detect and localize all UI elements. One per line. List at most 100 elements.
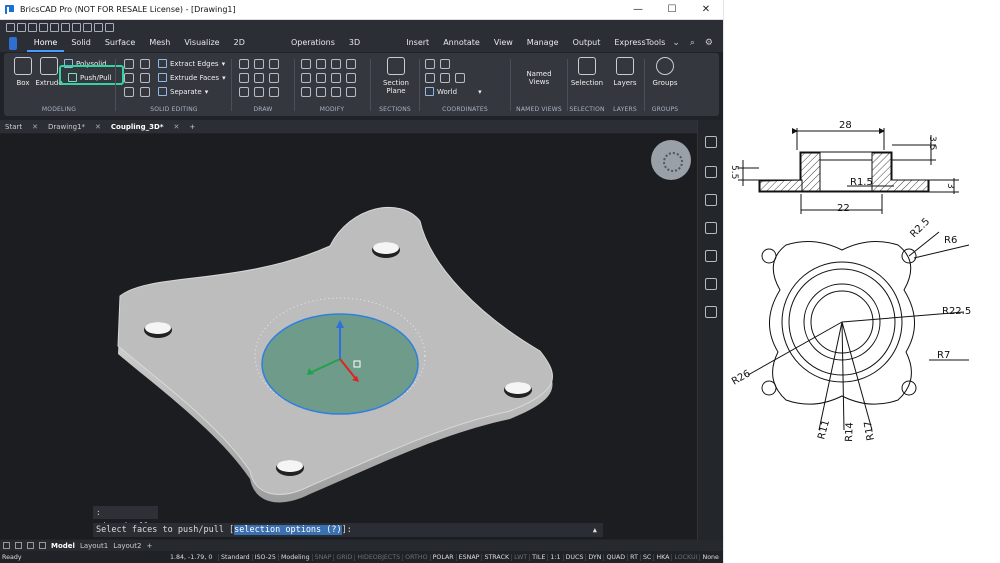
align-icon[interactable] (346, 87, 356, 97)
copy-icon[interactable] (94, 22, 103, 32)
cut-icon[interactable] (83, 22, 92, 32)
circle-icon[interactable] (269, 73, 279, 83)
previous-layout-icon[interactable] (15, 542, 22, 549)
hatch-icon[interactable] (254, 59, 264, 69)
spline-icon[interactable] (269, 87, 279, 97)
groups-button[interactable]: Groups (647, 57, 683, 87)
layout-tab-layout1[interactable]: Layout1 (80, 542, 108, 550)
polyline-icon[interactable] (239, 59, 249, 69)
close-icon[interactable]: ✕ (32, 123, 38, 131)
add-layout-plus-icon[interactable]: + (146, 542, 152, 550)
ucs-z-icon[interactable] (455, 73, 465, 83)
tab-annotate[interactable]: Annotate (436, 34, 487, 52)
application-menu-button[interactable] (9, 36, 17, 50)
close-button[interactable]: ✕ (689, 4, 723, 15)
status-toggle-modeling[interactable]: Modeling (277, 553, 312, 561)
status-toggle-quad[interactable]: QUAD (603, 553, 627, 561)
redo-icon[interactable] (72, 22, 81, 32)
function-icon[interactable] (705, 250, 717, 262)
close-icon[interactable]: ✕ (174, 123, 180, 131)
copy-icon[interactable] (316, 59, 326, 69)
status-toggle-grid[interactable]: GRID (333, 553, 354, 561)
move-icon[interactable] (301, 59, 311, 69)
model-viewport[interactable] (0, 134, 697, 539)
search-icon[interactable]: ⌕ (690, 38, 695, 48)
status-toggle-lockui[interactable]: LOCKUI (671, 553, 699, 561)
selection-button[interactable]: Selection (568, 57, 606, 87)
scale-icon[interactable] (301, 73, 311, 83)
status-toggle-standard[interactable]: Standard (218, 553, 252, 561)
tab-expresstools[interactable]: ExpressTools (607, 34, 672, 52)
cloud-icon[interactable] (705, 306, 717, 318)
mirror-icon[interactable] (331, 59, 341, 69)
paste-icon[interactable] (105, 22, 114, 32)
named-views-button[interactable]: Named Views (516, 70, 562, 86)
undo-icon[interactable] (61, 22, 70, 32)
status-toggle-esnap[interactable]: ESNAP (455, 553, 482, 561)
view-navigation-cube[interactable] (651, 140, 691, 180)
close-icon[interactable]: ✕ (95, 123, 101, 131)
polygon-icon[interactable] (239, 87, 249, 97)
tab-3d-parametric[interactable]: 3D Parametric (342, 34, 399, 65)
properties-icon[interactable] (705, 136, 717, 148)
intersect-icon[interactable] (124, 87, 134, 97)
command-option[interactable]: selection options (?) (234, 525, 342, 535)
slice-icon[interactable] (140, 59, 150, 69)
new-file-icon[interactable] (6, 22, 15, 32)
save-as-icon[interactable] (39, 22, 48, 32)
tab-solid[interactable]: Solid (64, 34, 98, 52)
stretch-icon[interactable] (331, 87, 341, 97)
tab-insert[interactable]: Insert (399, 34, 436, 52)
library-icon[interactable] (705, 222, 717, 234)
open-file-icon[interactable] (17, 22, 26, 32)
fillet-icon[interactable] (346, 73, 356, 83)
status-toggle-hideobjects[interactable]: HIDEOBJECTS (354, 553, 402, 561)
union-icon[interactable] (124, 59, 134, 69)
status-toggle-hka[interactable]: HKA (653, 553, 671, 561)
arc-icon[interactable] (239, 73, 249, 83)
status-toggle-snap[interactable]: SNAP (311, 553, 334, 561)
ucs-x-icon[interactable] (425, 73, 435, 83)
explode-icon[interactable] (316, 87, 326, 97)
structure-icon[interactable] (705, 278, 717, 290)
layout-tab-model[interactable]: Model (51, 542, 75, 550)
chevron-up-icon[interactable]: ▲ (593, 523, 597, 537)
layers-button[interactable]: Layers (607, 57, 643, 87)
settings-icon[interactable]: ⚙ (705, 38, 713, 48)
ucs-origin-icon[interactable] (440, 59, 450, 69)
rotate-icon[interactable] (269, 59, 279, 69)
status-toggle-none[interactable]: None (699, 553, 720, 561)
shell-icon[interactable] (140, 73, 150, 83)
status-toggle-polar[interactable]: POLAR (429, 553, 456, 561)
extrude-faces-button[interactable]: Extrude Faces ▾ (158, 73, 226, 82)
trim-icon[interactable] (331, 73, 341, 83)
line-icon[interactable] (254, 73, 264, 83)
tab-output[interactable]: Output (566, 34, 608, 52)
section-plane-button[interactable]: Section Plane (376, 57, 416, 95)
separate-button[interactable]: Separate ▾ (158, 87, 208, 96)
tab-2d-parametric[interactable]: 2D Parametric (227, 34, 284, 65)
layers-panel-icon[interactable] (705, 166, 717, 178)
thicken-icon[interactable] (140, 87, 150, 97)
tab-mesh[interactable]: Mesh (142, 34, 177, 52)
command-line[interactable]: Select faces to push/pull [selection opt… (93, 523, 603, 537)
next-layout-icon[interactable] (27, 542, 34, 549)
offset-icon[interactable] (316, 73, 326, 83)
last-layout-icon[interactable] (39, 542, 46, 549)
tab-view[interactable]: View (487, 34, 520, 52)
minimize-button[interactable]: — (621, 4, 655, 15)
save-icon[interactable] (28, 22, 37, 32)
doc-tab-coupling-3d[interactable]: Coupling_3D* ✕ (106, 123, 184, 131)
ucs-dropdown[interactable]: World ▾ (425, 87, 482, 96)
status-toggle-ortho[interactable]: ORTHO (402, 553, 429, 561)
status-toggle-strack[interactable]: STRACK (481, 553, 511, 561)
status-toggle-iso-25[interactable]: ISO-25 (251, 553, 278, 561)
ucs-y-icon[interactable] (440, 73, 450, 83)
chevron-down-icon[interactable]: ⌄ (672, 38, 680, 48)
attach-icon[interactable] (705, 194, 717, 206)
status-toggle-rt[interactable]: RT (627, 553, 640, 561)
doc-tab-drawing1[interactable]: Drawing1* ✕ (43, 123, 106, 131)
status-toggle-ducs[interactable]: DUCS (562, 553, 586, 561)
box-button[interactable]: Box (10, 57, 36, 87)
subtract-icon[interactable] (124, 73, 134, 83)
